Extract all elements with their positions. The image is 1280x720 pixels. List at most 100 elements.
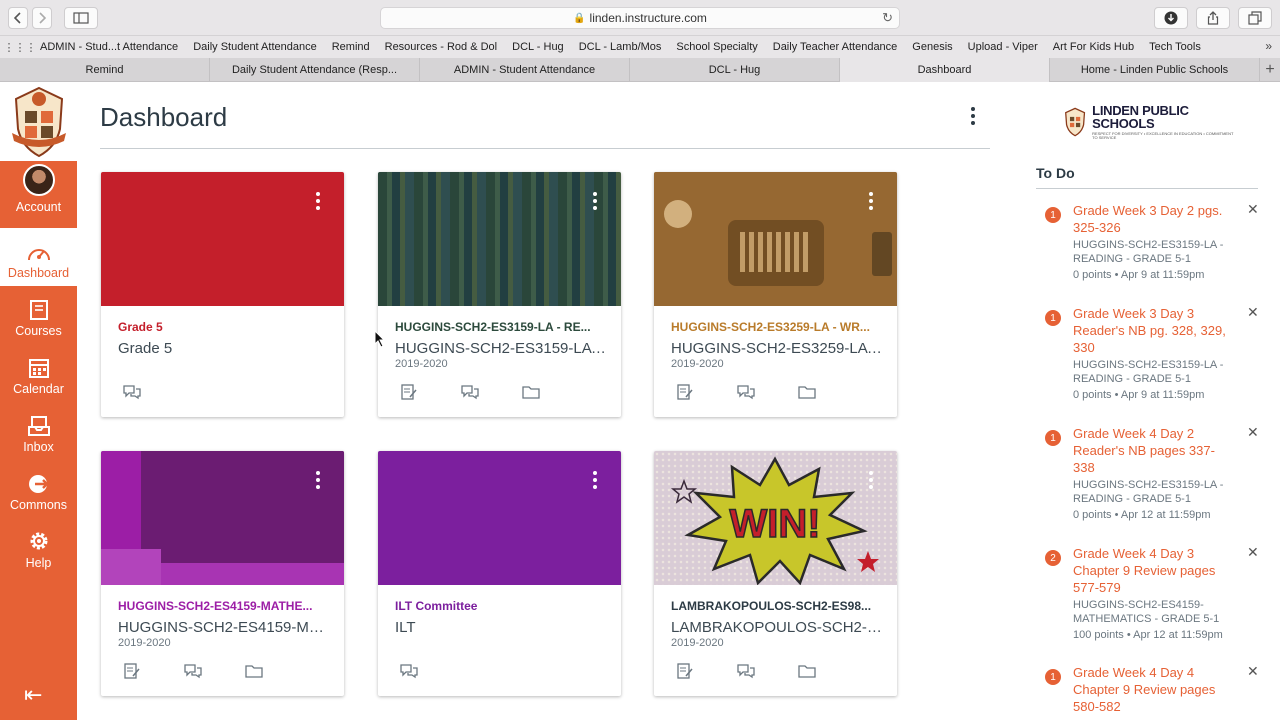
tab-admin-student-attendance[interactable]: ADMIN - Student Attendance — [420, 58, 630, 82]
course-card-es4159-math[interactable]: HUGGINS-SCH2-ES4159-MATHE... HUGGINS-SCH… — [101, 451, 344, 696]
bookmark-item[interactable]: Daily Teacher Attendance — [773, 41, 898, 53]
downloads-button[interactable] — [1154, 7, 1188, 29]
nav-dashboard[interactable]: Dashboard — [0, 228, 77, 286]
tab-dcl-hug[interactable]: DCL - Hug — [630, 58, 840, 82]
todo-title-link[interactable]: Grade Week 4 Day 3 Chapter 9 Review page… — [1073, 545, 1228, 596]
discussion-icon[interactable] — [184, 663, 245, 684]
win-burst-image: WIN! — [670, 456, 879, 585]
todo-title-link[interactable]: Grade Week 3 Day 3 Reader's NB pg. 328, … — [1073, 305, 1228, 356]
bookmark-item[interactable]: Tech Tools — [1149, 41, 1201, 53]
dismiss-icon[interactable]: ✕ — [1247, 304, 1259, 321]
bookmark-item[interactable]: Genesis — [912, 41, 952, 53]
url-bar[interactable]: 🔒 linden.instructure.com ↻ — [380, 7, 900, 29]
folder-icon[interactable] — [798, 663, 859, 684]
course-card-title[interactable]: ILT Committee — [395, 599, 607, 613]
reload-icon[interactable]: ↻ — [882, 10, 893, 26]
card-options-button[interactable] — [316, 471, 320, 489]
course-card-subtitle: Grade 5 — [118, 340, 173, 357]
dismiss-icon[interactable]: ✕ — [1247, 663, 1259, 680]
folder-icon[interactable] — [522, 384, 583, 405]
todo-title-link[interactable]: Grade Week 3 Day 2 pgs. 325-326 — [1073, 202, 1228, 236]
course-card-hero[interactable]: WIN! — [654, 451, 897, 585]
folder-icon[interactable] — [798, 384, 859, 405]
course-card-title[interactable]: Grade 5 — [118, 320, 330, 334]
nav-account[interactable]: Account — [0, 162, 77, 220]
discussion-icon[interactable] — [123, 384, 184, 405]
assignment-icon[interactable] — [400, 384, 461, 405]
tab-daily-student-attendance[interactable]: Daily Student Attendance (Resp... — [210, 58, 420, 82]
nav-commons[interactable]: Commons — [0, 460, 77, 518]
tabs-overview-button[interactable] — [1238, 7, 1272, 29]
nav-commons-label: Commons — [10, 498, 67, 512]
nav-account-label: Account — [15, 200, 62, 214]
assignment-icon[interactable] — [123, 663, 184, 684]
bookmark-item[interactable]: Remind — [332, 41, 370, 53]
book-icon — [29, 300, 48, 320]
course-card-lambrakopoulos[interactable]: WIN! LAMBRAKOPOULOS-SCH2-ES98... LAMBRAK… — [654, 451, 897, 696]
discussion-icon[interactable] — [737, 384, 798, 405]
todo-divider — [1036, 188, 1258, 189]
card-options-button[interactable] — [869, 192, 873, 210]
bookmark-item[interactable]: DCL - Hug — [512, 41, 564, 53]
share-button[interactable] — [1196, 7, 1230, 29]
tab-linden-home[interactable]: Home - Linden Public Schools — [1050, 58, 1260, 82]
card-options-button[interactable] — [593, 471, 597, 489]
course-card-hero[interactable] — [654, 172, 897, 306]
card-options-button[interactable] — [316, 192, 320, 210]
course-card-title[interactable]: HUGGINS-SCH2-ES3159-LA - RE... — [395, 320, 607, 334]
course-card-hero[interactable] — [101, 451, 344, 585]
forward-button[interactable] — [32, 7, 52, 29]
tab-dashboard[interactable]: Dashboard — [840, 58, 1050, 82]
bookmark-item[interactable]: Daily Student Attendance — [193, 41, 317, 53]
bookmark-item[interactable]: Upload - Viper — [968, 41, 1038, 53]
dismiss-icon[interactable]: ✕ — [1247, 544, 1259, 561]
nav-courses[interactable]: Courses — [0, 286, 77, 344]
todo-count-badge: 1 — [1045, 310, 1061, 326]
grid-icon[interactable]: ⋮⋮⋮ — [0, 41, 40, 54]
sidebar-toggle-button[interactable] — [64, 7, 98, 29]
dismiss-icon[interactable]: ✕ — [1247, 424, 1259, 441]
bookmark-item[interactable]: DCL - Lamb/Mos — [579, 41, 662, 53]
nav-inbox[interactable]: Inbox — [0, 402, 77, 460]
todo-title-link[interactable]: Grade Week 4 Day 2 Reader's NB pages 337… — [1073, 425, 1228, 476]
download-icon — [1164, 11, 1178, 25]
assignment-icon[interactable] — [676, 384, 737, 405]
assignment-icon[interactable] — [676, 663, 737, 684]
discussion-icon[interactable] — [400, 663, 461, 684]
collapse-nav-icon[interactable]: ⇤ — [24, 682, 42, 708]
course-card-title[interactable]: HUGGINS-SCH2-ES3259-LA - WR... — [671, 320, 883, 334]
school-crest-logo[interactable] — [0, 82, 77, 161]
todo-meta: 0 points • Apr 12 at 11:59pm — [1073, 509, 1211, 521]
linden-brand-logo[interactable]: LINDEN PUBLIC SCHOOLS RESPECT FOR DIVERS… — [1064, 104, 1234, 140]
course-card-grade-5[interactable]: Grade 5 Grade 5 — [101, 172, 344, 417]
card-options-button[interactable] — [593, 192, 597, 210]
course-card-es3259-writing[interactable]: HUGGINS-SCH2-ES3259-LA - WR... HUGGINS-S… — [654, 172, 897, 417]
discussion-icon[interactable] — [461, 384, 522, 405]
course-card-es3159-reading[interactable]: HUGGINS-SCH2-ES3159-LA - RE... HUGGINS-S… — [378, 172, 621, 417]
bookmark-item[interactable]: ADMIN - Stud...t Attendance — [40, 41, 178, 53]
card-options-button[interactable] — [869, 471, 873, 489]
folder-icon[interactable] — [245, 663, 306, 684]
course-card-hero[interactable] — [101, 172, 344, 306]
course-card-subtitle: HUGGINS-SCH2-ES4159-MA... — [118, 619, 330, 636]
chevron-double-right-icon[interactable]: » — [1265, 39, 1272, 53]
bookmark-item[interactable]: Resources - Rod & Dol — [385, 41, 498, 53]
course-card-title[interactable]: LAMBRAKOPOULOS-SCH2-ES98... — [671, 599, 883, 613]
new-tab-button[interactable]: + — [1260, 58, 1280, 81]
todo-title-link[interactable]: Grade Week 4 Day 4 Chapter 9 Review page… — [1073, 664, 1228, 715]
bookmark-item[interactable]: School Specialty — [676, 41, 757, 53]
tab-remind[interactable]: Remind — [0, 58, 210, 82]
course-card-hero[interactable] — [378, 172, 621, 306]
course-card-hero[interactable] — [378, 451, 621, 585]
dismiss-icon[interactable]: ✕ — [1247, 201, 1259, 218]
todo-count-badge: 1 — [1045, 669, 1061, 685]
dashboard-options-button[interactable] — [963, 104, 983, 128]
nav-calendar[interactable]: Calendar — [0, 344, 77, 402]
back-button[interactable] — [8, 7, 28, 29]
course-card-title[interactable]: HUGGINS-SCH2-ES4159-MATHE... — [118, 599, 330, 613]
bookmark-item[interactable]: Art For Kids Hub — [1053, 41, 1134, 53]
discussion-icon[interactable] — [737, 663, 798, 684]
nav-help[interactable]: Help — [0, 518, 77, 576]
chevron-right-icon — [39, 12, 46, 24]
course-card-ilt-committee[interactable]: ILT Committee ILT — [378, 451, 621, 696]
